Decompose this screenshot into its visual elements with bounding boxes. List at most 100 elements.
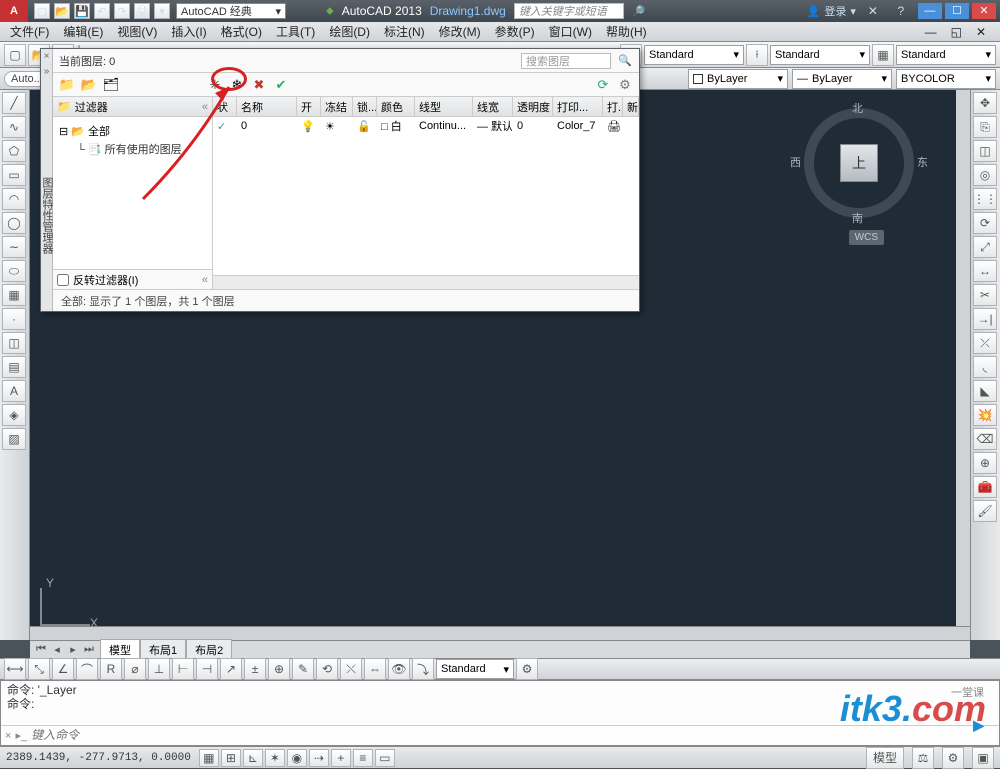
palette-close-icon[interactable]: ×	[44, 51, 50, 62]
search-icon[interactable]: 🔍	[617, 54, 633, 67]
layer-h-scrollbar[interactable]	[213, 275, 639, 289]
cell-plotstyle[interactable]: Color_7	[553, 120, 603, 132]
col-plot[interactable]: 打.	[603, 97, 623, 116]
cell-transparency[interactable]: 0	[513, 120, 553, 132]
arc-icon[interactable]: ◠	[2, 188, 26, 210]
menu-tools[interactable]: 工具(T)	[270, 21, 321, 42]
cell-on[interactable]: 💡	[297, 120, 321, 133]
array-icon[interactable]: ⋮⋮	[973, 188, 997, 210]
tab-first-icon[interactable]: ⏮	[34, 643, 48, 656]
maximize-button[interactable]: ☐	[945, 3, 969, 19]
gradient-icon[interactable]: ▨	[2, 428, 26, 450]
ortho-toggle[interactable]: ⊾	[243, 749, 263, 767]
print-icon[interactable]: 🖨	[134, 3, 150, 19]
explode-icon[interactable]: 💥	[973, 404, 997, 426]
dim-tol-icon[interactable]: ±	[244, 658, 266, 680]
dim-linear-icon[interactable]: ⟷	[4, 658, 26, 680]
redo-icon[interactable]: ↷	[114, 3, 130, 19]
snap-toggle[interactable]: ▦	[199, 749, 219, 767]
new-layer-vpfreeze-icon[interactable]: ❄	[227, 75, 247, 95]
workspace-selector[interactable]: AutoCAD 经典 ▾	[176, 3, 286, 19]
undo-icon[interactable]: ↶	[94, 3, 110, 19]
cell-name[interactable]: 0	[237, 120, 297, 132]
dim-radius-icon[interactable]: R	[100, 658, 122, 680]
text-icon[interactable]: A	[2, 380, 26, 402]
matchprop-icon[interactable]: 🖌	[973, 500, 997, 522]
new-filter-icon[interactable]: 📁	[57, 75, 77, 95]
dim-inspect-icon[interactable]: 👁	[388, 658, 410, 680]
tablestyle-dropdown[interactable]: Standard▾	[896, 45, 996, 65]
line-icon[interactable]: ╱	[2, 92, 26, 114]
linetype-dropdown[interactable]: —ByLayer▾	[792, 69, 892, 89]
tab-next-icon[interactable]: ▸	[66, 643, 80, 656]
menu-edit[interactable]: 编辑(E)	[57, 21, 109, 42]
filter-tree[interactable]: ⊟ 📂 全部 └ 📑 所有使用的图层	[53, 117, 212, 269]
dimstyle-dropdown[interactable]: Standard▾	[770, 45, 870, 65]
save-icon[interactable]: 💾	[74, 3, 90, 19]
col-freeze[interactable]: 冻结	[321, 97, 353, 116]
dim-space-icon[interactable]: ⇔	[364, 658, 386, 680]
menu-view[interactable]: 视图(V)	[111, 21, 163, 42]
new-doc-icon[interactable]: ▢	[4, 44, 26, 66]
dim-update-icon[interactable]: ⟲	[316, 658, 338, 680]
move-icon[interactable]: ✥	[973, 92, 997, 114]
col-on[interactable]: 开	[297, 97, 321, 116]
fillet-icon[interactable]: ◟	[973, 356, 997, 378]
col-new[interactable]: 新.	[623, 97, 639, 116]
close-button[interactable]: ✕	[972, 3, 996, 19]
osnap-toggle[interactable]: ◉	[287, 749, 307, 767]
new-layer-icon[interactable]: ✳	[205, 75, 225, 95]
tab-model[interactable]: 模型	[100, 639, 140, 660]
menu-param[interactable]: 参数(P)	[489, 21, 541, 42]
region-icon[interactable]: ◈	[2, 404, 26, 426]
layer-rows[interactable]: ✓ 0 💡 ☀ 🔓 □ 白 Continu... — 默认 0 Color_7 …	[213, 117, 639, 275]
v-scrollbar[interactable]	[956, 90, 970, 626]
tablestyle-icon[interactable]: ▦	[872, 44, 894, 66]
dim-edit-icon[interactable]: ✎	[292, 658, 314, 680]
collapse-icon[interactable]: «	[202, 274, 208, 286]
help-icon[interactable]: ?	[890, 0, 912, 22]
menu-format[interactable]: 格式(O)	[215, 21, 268, 42]
col-plotstyle[interactable]: 打印...	[553, 97, 603, 116]
dim-arc-icon[interactable]: ⌒	[76, 658, 98, 680]
otrack-toggle[interactable]: ⇢	[309, 749, 329, 767]
dim-break-icon[interactable]: ⤬	[340, 658, 362, 680]
menu-file[interactable]: 文件(F)	[4, 21, 55, 42]
ellipse-icon[interactable]: ⬭	[2, 260, 26, 282]
compass-east[interactable]: 东	[917, 154, 928, 170]
col-color[interactable]: 颜色	[377, 97, 415, 116]
exchange-icon[interactable]: ✕	[862, 0, 884, 22]
minimize-button[interactable]: —	[918, 3, 942, 19]
viewcube[interactable]: 上 北 南 东 西	[794, 98, 924, 228]
copy-icon[interactable]: ⎘	[973, 116, 997, 138]
h-scrollbar[interactable]	[30, 626, 970, 640]
dropdown-icon[interactable]: ▾	[154, 3, 170, 19]
invert-filter-checkbox[interactable]	[57, 274, 69, 286]
command-history[interactable]: 命令: '_Layer 命令:	[1, 681, 999, 725]
col-lock[interactable]: 锁...	[353, 97, 377, 116]
compass-south[interactable]: 南	[852, 210, 863, 226]
dim-center-icon[interactable]: ⊕	[268, 658, 290, 680]
palette-pin-icon[interactable]: »	[44, 66, 50, 77]
cell-linetype[interactable]: Continu...	[415, 120, 473, 132]
color-dropdown[interactable]: ByLayer▾	[688, 69, 788, 89]
doc-close-button[interactable]: ✕	[970, 23, 992, 41]
spline-icon[interactable]: ∼	[2, 236, 26, 258]
dimstyle-manage-icon[interactable]: ⚙	[516, 658, 538, 680]
tab-prev-icon[interactable]: ◂	[50, 643, 64, 656]
pline-icon[interactable]: ∿	[2, 116, 26, 138]
col-linetype[interactable]: 线型	[415, 97, 473, 116]
search-icon[interactable]: 🔎	[632, 5, 646, 18]
dimstyle-current[interactable]: Standard▾	[436, 659, 514, 679]
circle-icon[interactable]: ◯	[2, 212, 26, 234]
viewcube-face[interactable]: 上	[840, 144, 878, 182]
layer-search[interactable]: 搜索图层	[521, 53, 611, 69]
offset-icon[interactable]: ◎	[973, 164, 997, 186]
dim-leader-icon[interactable]: ↗	[220, 658, 242, 680]
dyn-toggle[interactable]: +	[331, 749, 351, 767]
delete-layer-icon[interactable]: ✖	[249, 75, 269, 95]
app-logo[interactable]: A	[0, 0, 28, 22]
wcs-badge[interactable]: WCS	[849, 230, 884, 245]
col-name[interactable]: 名称	[237, 97, 297, 116]
compass-west[interactable]: 西	[790, 154, 801, 170]
